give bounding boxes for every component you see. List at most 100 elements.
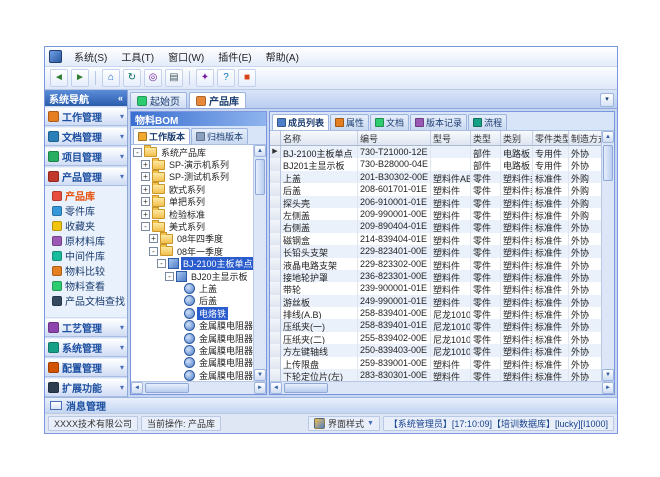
collapse-icon[interactable]: - bbox=[133, 148, 142, 157]
back-icon[interactable]: ◄ bbox=[50, 69, 68, 87]
tab-member-list[interactable]: 成员列表 bbox=[272, 114, 329, 130]
menu-item[interactable]: 工具(T) bbox=[114, 47, 161, 66]
table-row[interactable]: 上传限盘259-839001-00E塑料件零件塑料件类标准件外协条 bbox=[270, 357, 601, 369]
sidebar-section-project[interactable]: 项目管理▾ bbox=[45, 147, 127, 166]
scroll-right-icon[interactable]: ► bbox=[602, 382, 614, 394]
table-row[interactable]: 探头壳206-910001-01E塑料件零件塑料件类标准件外购条 bbox=[270, 196, 601, 208]
table-row[interactable]: 后盖208-601701-01E塑料件零件塑料件类标准件外购条 bbox=[270, 183, 601, 195]
expand-icon[interactable]: + bbox=[141, 172, 150, 181]
tree-node[interactable]: +单把系列 bbox=[131, 196, 253, 208]
sidebar-item-product-doc-search[interactable]: 产品文档查找 bbox=[45, 293, 127, 308]
tab-attributes[interactable]: 属性 bbox=[330, 114, 369, 130]
tree-node[interactable]: 上盖 bbox=[131, 282, 253, 294]
table-row[interactable]: 排线(A.B)258-839401-00E尼龙1010零件塑料件类标准件外协条 bbox=[270, 307, 601, 319]
table-row[interactable]: 带轮239-900001-01E塑料件零件塑料件类标准件外协条 bbox=[270, 282, 601, 294]
scroll-down-icon[interactable]: ▼ bbox=[254, 369, 266, 381]
column-header[interactable]: 类型 bbox=[471, 131, 501, 145]
tab-workflow[interactable]: 流程 bbox=[468, 114, 507, 130]
table-row[interactable]: BJ201主显示板730-B28000-04E部件电路板专用件外协颗 bbox=[270, 158, 601, 170]
scroll-track[interactable] bbox=[282, 382, 602, 394]
scroll-up-icon[interactable]: ▲ bbox=[254, 145, 266, 157]
column-header[interactable]: 型号 bbox=[431, 131, 471, 145]
tab-start-page[interactable]: 起始页 bbox=[130, 92, 187, 108]
home-icon[interactable]: ⌂ bbox=[102, 69, 120, 87]
tree-node[interactable]: 后盖 bbox=[131, 295, 253, 307]
tree-node[interactable]: -BJ-2100主板单点 bbox=[131, 258, 253, 270]
tab-product-db[interactable]: 产品库 bbox=[189, 92, 246, 108]
collapse-icon[interactable]: - bbox=[149, 247, 158, 256]
tab-version-history[interactable]: 版本记录 bbox=[410, 114, 467, 130]
table-row[interactable]: 压纸夹(二)255-839402-00E尼龙1010零件塑料件类标准件外协条 bbox=[270, 332, 601, 344]
expand-icon[interactable]: + bbox=[149, 234, 158, 243]
expand-icon[interactable]: + bbox=[141, 185, 150, 194]
column-header[interactable]: 名称 bbox=[281, 131, 358, 145]
menu-item[interactable]: 帮助(A) bbox=[259, 47, 306, 66]
expand-icon[interactable]: + bbox=[141, 210, 150, 219]
table-row[interactable]: 方左键轴线250-839403-00E尼龙1010零件塑料件类标准件外协条 bbox=[270, 344, 601, 356]
table-row[interactable]: 右侧盖209-890404-01E塑料件零件塑料件类标准件外协条 bbox=[270, 220, 601, 232]
collapse-icon[interactable]: - bbox=[141, 222, 150, 231]
sidebar-item-raw-material-db[interactable]: 原材料库 bbox=[45, 233, 127, 248]
tab-work-version[interactable]: 工作版本 bbox=[133, 128, 190, 144]
help-icon[interactable]: ? bbox=[217, 69, 235, 87]
expand-icon[interactable]: + bbox=[141, 160, 150, 169]
table-row[interactable]: 长铅头支架229-823401-00E塑料件零件塑料件类标准件外协条 bbox=[270, 245, 601, 257]
ui-style-selector[interactable]: 界面样式 ▼ bbox=[308, 416, 380, 431]
tree-vertical-scrollbar[interactable]: ▲ ▼ bbox=[253, 145, 266, 381]
sidebar-item-product-db[interactable]: 产品库 bbox=[45, 188, 127, 203]
forward-icon[interactable]: ► bbox=[71, 69, 89, 87]
scroll-track[interactable] bbox=[602, 143, 614, 369]
scroll-up-icon[interactable]: ▲ bbox=[602, 131, 614, 143]
column-header[interactable]: 类别 bbox=[501, 131, 533, 145]
table-row[interactable]: 压纸夹(一)258-839401-01E尼龙1010零件塑料件类标准件外协条 bbox=[270, 319, 601, 331]
tree-node[interactable]: 金属膜电阻器 bbox=[131, 319, 253, 331]
tree-node[interactable]: 金属膜电阻器 bbox=[131, 344, 253, 356]
tree-horizontal-scrollbar[interactable]: ◄ ► bbox=[131, 381, 266, 394]
tree-node[interactable]: -08年一季度 bbox=[131, 245, 253, 257]
tree-node[interactable]: 金属膜电阻器 bbox=[131, 357, 253, 369]
collapse-sidebar-icon[interactable]: « bbox=[118, 93, 123, 103]
table-row[interactable]: 磁钢盒214-839404-01E塑料件零件塑料件类标准件外协条 bbox=[270, 233, 601, 245]
sidebar-section-work[interactable]: 工作管理▾ bbox=[45, 107, 127, 126]
table-row[interactable]: 下轮定位片(左)283-830301-00E塑料件零件塑料件类标准件外协条 bbox=[270, 369, 601, 381]
collapse-icon[interactable]: - bbox=[165, 272, 174, 281]
sidebar-section-config[interactable]: 配置管理▾ bbox=[45, 358, 127, 377]
refresh-icon[interactable]: ↻ bbox=[123, 69, 141, 87]
sidebar-item-middleware-db[interactable]: 中间件库 bbox=[45, 248, 127, 263]
sidebar-section-extension[interactable]: 扩展功能▾ bbox=[45, 378, 127, 397]
tree-node[interactable]: -美式系列 bbox=[131, 220, 253, 232]
column-header[interactable]: 制造方式 bbox=[569, 131, 601, 145]
tab-documents[interactable]: 文档 bbox=[370, 114, 409, 130]
menu-item[interactable]: 插件(E) bbox=[211, 47, 258, 66]
scroll-thumb[interactable] bbox=[603, 145, 613, 181]
print-icon[interactable]: ▤ bbox=[165, 69, 183, 87]
tree-node[interactable]: 金属膜电阻器 bbox=[131, 332, 253, 344]
sidebar-item-material-view[interactable]: 物料查看 bbox=[45, 278, 127, 293]
message-bar[interactable]: 消息管理 bbox=[45, 397, 617, 413]
tree-node[interactable]: +SP-演示机系列 bbox=[131, 158, 253, 170]
scroll-left-icon[interactable]: ◄ bbox=[270, 382, 282, 394]
scroll-right-icon[interactable]: ► bbox=[254, 382, 266, 394]
tab-archive-version[interactable]: 归档版本 bbox=[191, 128, 248, 144]
sidebar-item-material-compare[interactable]: 物料比较 bbox=[45, 263, 127, 278]
scroll-thumb[interactable] bbox=[145, 383, 189, 393]
search-icon[interactable]: ◎ bbox=[144, 69, 162, 87]
tree-node[interactable]: +08年四季度 bbox=[131, 233, 253, 245]
table-row[interactable]: 上盖201-B30302-00E塑料件ABS零件塑料件类标准件外购条 bbox=[270, 171, 601, 183]
tab-scroll-icon[interactable]: ▾ bbox=[600, 93, 614, 107]
scroll-thumb[interactable] bbox=[284, 383, 328, 393]
expand-icon[interactable]: + bbox=[141, 197, 150, 206]
column-header[interactable]: 零件类型 bbox=[533, 131, 569, 145]
table-row[interactable]: 游丝板249-990001-01E塑料件零件塑料件类标准件外协条 bbox=[270, 295, 601, 307]
menu-item[interactable]: 窗口(W) bbox=[161, 47, 211, 66]
scroll-track[interactable] bbox=[254, 157, 266, 369]
scroll-thumb[interactable] bbox=[255, 159, 265, 195]
tree-node[interactable]: +欧式系列 bbox=[131, 183, 253, 195]
sidebar-section-process[interactable]: 工艺管理▾ bbox=[45, 318, 127, 337]
tree-node[interactable]: -BJ20主显示板 bbox=[131, 270, 253, 282]
exit-icon[interactable]: ■ bbox=[238, 69, 256, 87]
sidebar-section-document[interactable]: 文档管理▾ bbox=[45, 127, 127, 146]
tree-node[interactable]: 电烙铁 bbox=[131, 307, 253, 319]
table-row[interactable]: 接地轮护罩236-823301-00E塑料件零件塑料件类标准件外协条 bbox=[270, 270, 601, 282]
scroll-track[interactable] bbox=[143, 382, 254, 394]
